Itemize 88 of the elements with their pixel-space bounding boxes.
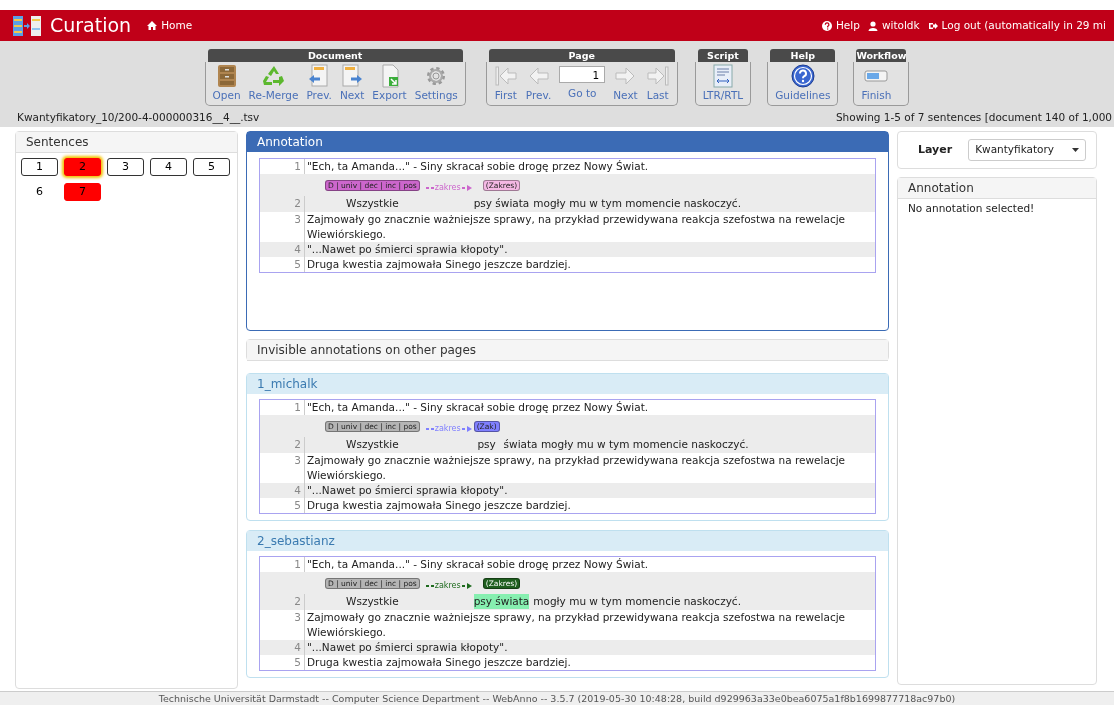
app-title: Curation [50, 16, 132, 35]
user-icon [867, 20, 878, 31]
panel-title: Annotation [247, 132, 888, 152]
group-title: Document [207, 49, 463, 62]
group-title: Script [697, 49, 749, 62]
line-number: 2 [260, 437, 305, 453]
group-title: Help [770, 49, 836, 62]
sentence-text: świata mogły mu w tym momencie naskoczyć. [503, 437, 749, 452]
home-link[interactable]: Home [147, 17, 193, 34]
sentence-link[interactable]: 7 [64, 183, 101, 201]
footer-text: Technische Universität Darmstadt -- Computer Science Department -- WebAnno -- 3.5.7 (2019-05-30 10:48:28, build d929963a33e0bea6075a1f8b1699877718ac97b0) [0, 691, 1114, 705]
relation-label: zakres [434, 182, 461, 194]
token-text: psy świata [473, 594, 530, 609]
nav-link[interactable]: Help [821, 17, 860, 34]
sentence-link[interactable]: 3 [107, 158, 144, 176]
group-title: Page [488, 49, 675, 62]
sentence-link[interactable]: 2 [64, 158, 101, 176]
arrow-icon [461, 582, 472, 589]
sentence-text: Zajmowały go znacznie ważniejsze sprawy, na przykład przewidywana reakcja szefostwa na rewelacje Wiewiórskiego. [306, 212, 847, 242]
token-text: psy [477, 437, 496, 452]
nav-link[interactable]: witoldk [867, 17, 920, 34]
line-number: 2 [260, 196, 305, 212]
panel-title: Invisible annotations on other pages [247, 340, 888, 361]
line-number: 2 [260, 594, 305, 610]
layer-select[interactable]: Kwantyfikatory [968, 139, 1086, 161]
arrow-icon [461, 184, 472, 191]
page-number-field[interactable]: 1 [559, 66, 606, 83]
sentence-text: Druga kwestia zajmowała Sinego jeszcze bardziej. [306, 257, 571, 272]
sentence-text: "...Nawet po śmierci sprawia kłopoty". [306, 483, 508, 498]
toolbar-button[interactable]: Re-Merge [245, 64, 302, 104]
sentence-text: "...Nawet po śmierci sprawia kłopoty". [306, 242, 508, 257]
sentence-text: mogły mu w tym momencie naskoczyć. [533, 594, 741, 609]
panel-title: Annotation [898, 177, 1096, 199]
sentence-text: "Ech, ta Amanda..." - Siny skracał sobie drogę przez Nowy Świat. [306, 400, 649, 415]
go-to-button[interactable]: Go to [568, 86, 597, 102]
toolbar-button[interactable]: Prev. [303, 64, 335, 104]
panel-title: Sentences [16, 132, 237, 153]
home-icon [147, 21, 158, 30]
sentence-text: "Ech, ta Amanda..." - Siny skracał sobie drogę przez Nowy Świat. [306, 159, 649, 174]
sentence-link[interactable]: 1 [21, 158, 58, 176]
sentence-text: Druga kwestia zajmowała Sinego jeszcze bardziej. [306, 498, 571, 513]
token-text: Wszystkie [346, 437, 399, 452]
sentence-text: Zajmowały go znacznie ważniejsze sprawy, na przykład przewidywana reakcja szefostwa na rewelacje Wiewiórskiego. [306, 610, 847, 640]
sentence-text: Druga kwestia zajmowała Sinego jeszcze bardziej. [306, 655, 571, 670]
sentence-status: Showing 1-5 of 7 sentences [document 140 of 1,000 [835, 110, 1112, 126]
recycle-icon [261, 64, 286, 88]
text-direction-icon [710, 64, 735, 88]
toolbar-button[interactable]: Settings [411, 64, 461, 104]
group-title: Workflow [856, 49, 907, 62]
caret-icon [1072, 147, 1079, 152]
help-icon [790, 64, 815, 88]
user-name: 1_michalk [247, 374, 888, 394]
line-number: 5 [260, 498, 305, 513]
token-text: Wszystkie [346, 196, 399, 211]
toolbar-button[interactable]: Guidelines [772, 64, 834, 104]
nav-link[interactable]: Log out (automatically in 29 mi [927, 17, 1106, 34]
toolbar-button[interactable]: LTR/RTL [699, 64, 747, 104]
document-name: Kwantyfikatory_10/200-4-000000316__4__.tsv [17, 110, 260, 126]
toolbar-button[interactable]: First [490, 64, 521, 104]
relation-label: zakres [434, 423, 461, 435]
help-icon [821, 20, 832, 31]
logout-icon [927, 20, 938, 31]
sentence-link[interactable]: 5 [193, 158, 230, 176]
sentence-text: Zajmowały go znacznie ważniejsze sprawy, na przykład przewidywana reakcja szefostwa na rewelacje Wiewiórskiego. [306, 453, 847, 483]
sentence-text: "...Nawet po śmierci sprawia kłopoty". [306, 640, 508, 655]
line-number: 4 [260, 483, 305, 498]
line-number: 5 [260, 655, 305, 670]
toolbar-button[interactable]: Next [610, 64, 641, 104]
toolbar-button[interactable]: Open [209, 64, 244, 104]
toolbar-button[interactable]: Export [369, 64, 410, 104]
toolbar-button[interactable]: Finish [858, 64, 895, 104]
line-number: 5 [260, 257, 305, 272]
sentence-link[interactable]: 4 [150, 158, 187, 176]
token-text: psy świata [473, 196, 530, 211]
line-number: 4 [260, 640, 305, 655]
app-logo-icon [12, 14, 42, 37]
toolbar-button[interactable]: Prev. [522, 64, 555, 104]
layer-label: Layer [918, 141, 953, 158]
toolbar-button[interactable]: Next [336, 64, 368, 104]
sentence-text: "Ech, ta Amanda..." - Siny skracał sobie drogę przez Nowy Świat. [306, 557, 649, 572]
empty-message: No annotation selected! [907, 200, 1036, 216]
line-number: 4 [260, 242, 305, 257]
user-name: 2_sebastianz [247, 531, 888, 551]
token-text: Wszystkie [346, 594, 399, 609]
arrow-icon [461, 425, 472, 432]
sentence-text: mogły mu w tym momencie naskoczyć. [533, 196, 741, 211]
relation-label: zakres [434, 580, 461, 592]
toolbar-button[interactable]: Last [642, 64, 673, 104]
